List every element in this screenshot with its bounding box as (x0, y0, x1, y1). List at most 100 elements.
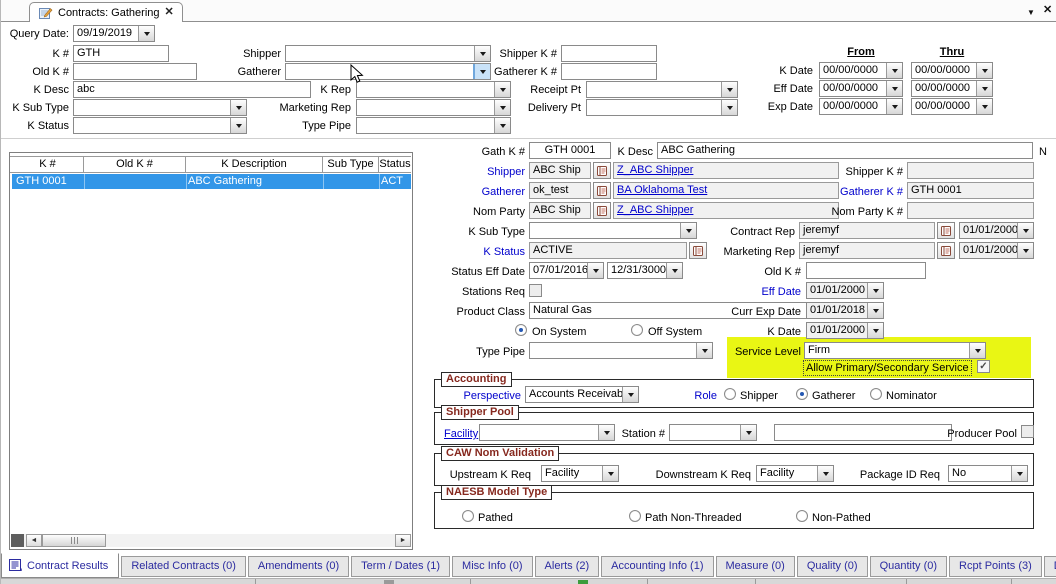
gatherer-k-num-input[interactable] (561, 63, 657, 80)
detail-gatherer-field[interactable]: ok_test (529, 182, 591, 199)
k-status-combo[interactable] (73, 117, 247, 134)
marketing-rep-date-dropdown-button[interactable] (1017, 243, 1033, 258)
detail-k-date-field[interactable]: 01/01/2000 (806, 322, 884, 339)
pathed-radio[interactable] (462, 510, 474, 522)
marketing-rep-lookup-button[interactable] (937, 242, 955, 259)
nom-party-k-num-field[interactable] (907, 202, 1034, 219)
detail-shipper-label[interactable]: Shipper (431, 165, 525, 179)
detail-eff-date-field[interactable]: 01/01/2000 (806, 282, 884, 299)
eff-date-from-dropdown-button[interactable] (886, 81, 902, 96)
tab-contracts-gathering[interactable]: Contracts: Gathering ✕ (29, 2, 183, 22)
detail-eff-date-dropdown-button[interactable] (867, 283, 883, 298)
tab-amendments[interactable]: Amendments (0) (248, 556, 349, 577)
exp-date-from-field[interactable]: 00/00/0000 (819, 98, 903, 115)
exp-date-thru-field[interactable]: 00/00/0000 (911, 98, 993, 115)
gatherer-lookup-button[interactable] (593, 182, 611, 199)
tab-close-icon[interactable]: ✕ (165, 7, 174, 18)
col-header-sub-type[interactable]: Sub Type (323, 157, 379, 172)
contract-rep-date-dropdown-button[interactable] (1017, 223, 1033, 238)
scrollbar-thumb[interactable] (42, 534, 106, 547)
status-eff-from-dropdown-button[interactable] (587, 263, 603, 278)
non-pathed-radio[interactable] (796, 510, 808, 522)
tab-misc-info[interactable]: Misc Info (0) (452, 556, 533, 577)
contract-rep-lookup-button[interactable] (937, 222, 955, 239)
detail-eff-date-label[interactable]: Eff Date (661, 285, 801, 299)
delivery-pt-combo[interactable] (586, 99, 738, 116)
type-pipe-combo[interactable] (356, 117, 511, 134)
role-shipper-radio[interactable] (724, 388, 736, 400)
tab-list-menu-icon[interactable]: ▼ (1027, 7, 1035, 19)
role-nominator-radio[interactable] (870, 388, 882, 400)
detail-shipper-k-num-field[interactable] (907, 162, 1034, 179)
gatherer-dropdown-button[interactable] (474, 64, 490, 79)
shipper-dropdown-button[interactable] (474, 46, 490, 61)
downstream-k-req-combo[interactable]: Facility (756, 465, 834, 482)
tab-rcpt-points[interactable]: Rcpt Points (3) (949, 556, 1042, 577)
service-level-combo[interactable]: Firm (804, 342, 986, 359)
shipper-link[interactable]: Z_ABC Shipper (617, 164, 693, 176)
perspective-label[interactable]: Perspective (411, 389, 521, 403)
old-k-num-input[interactable] (73, 63, 197, 80)
tab-quality[interactable]: Quality (0) (797, 556, 868, 577)
facility-combo[interactable] (479, 424, 615, 441)
k-date-from-field[interactable]: 00/00/0000 (819, 62, 903, 79)
facility-link[interactable]: Facility (444, 427, 478, 441)
col-header-old-k-num[interactable]: Old K # (84, 157, 186, 172)
tab-measure[interactable]: Measure (0) (716, 556, 795, 577)
curr-exp-date-field[interactable]: 01/01/2018 (806, 302, 884, 319)
package-id-req-dropdown-button[interactable] (1011, 466, 1027, 481)
k-num-input[interactable]: GTH (73, 45, 169, 62)
table-row-selected[interactable]: GTH 0001 ABC Gathering ACT (12, 174, 411, 189)
query-date-field[interactable]: 09/19/2019 (73, 25, 155, 42)
status-eff-date-from-field[interactable]: 07/01/2016 (529, 262, 604, 279)
k-date-thru-dropdown-button[interactable] (976, 63, 992, 78)
curr-exp-date-dropdown-button[interactable] (867, 303, 883, 318)
role-gatherer-radio[interactable] (796, 388, 808, 400)
query-date-dropdown-button[interactable] (138, 26, 154, 41)
gath-k-num-field[interactable]: GTH 0001 (529, 142, 611, 159)
upstream-k-req-dropdown-button[interactable] (602, 466, 618, 481)
scroll-left-button[interactable]: ◄ (26, 534, 42, 547)
producer-pool-checkbox[interactable] (1021, 425, 1034, 438)
nom-party-field[interactable]: ABC Ship (529, 202, 591, 219)
col-header-status[interactable]: Status (379, 157, 411, 172)
detail-gatherer-k-num-label[interactable]: Gatherer K # (761, 185, 903, 199)
marketing-rep-field[interactable]: jeremyf (799, 242, 935, 259)
contract-rep-date-field[interactable]: 01/01/2000 (959, 222, 1034, 239)
k-date-thru-field[interactable]: 00/00/0000 (911, 62, 993, 79)
on-system-radio[interactable] (515, 324, 527, 336)
upstream-k-req-combo[interactable]: Facility (541, 465, 619, 482)
marketing-rep-dropdown-button[interactable] (494, 100, 510, 115)
tab-alerts[interactable]: Alerts (2) (535, 556, 600, 577)
detail-gatherer-label[interactable]: Gatherer (431, 185, 525, 199)
receipt-pt-combo[interactable] (586, 81, 738, 98)
col-header-k-description[interactable]: K Description (186, 157, 323, 172)
exp-date-thru-dropdown-button[interactable] (976, 99, 992, 114)
detail-shipper-field[interactable]: ABC Ship (529, 162, 591, 179)
contract-rep-field[interactable]: jeremyf (799, 222, 935, 239)
shipper-combo[interactable] (285, 45, 491, 62)
allow-primary-secondary-checkbox[interactable]: ✓ (977, 360, 990, 373)
package-id-req-combo[interactable]: No (948, 465, 1028, 482)
detail-old-k-num-field[interactable] (806, 262, 926, 279)
nom-party-link[interactable]: Z_ABC Shipper (617, 204, 693, 216)
k-status-dropdown-button[interactable] (230, 118, 246, 133)
gatherer-link[interactable]: BA Oklahoma Test (617, 184, 707, 196)
detail-k-status-label[interactable]: K Status (431, 245, 525, 259)
k-rep-dropdown-button[interactable] (494, 82, 510, 97)
scroll-right-button[interactable]: ► (395, 534, 411, 547)
k-sub-type-combo[interactable] (73, 99, 247, 116)
downstream-k-req-dropdown-button[interactable] (817, 466, 833, 481)
shipper-lookup-button[interactable] (593, 162, 611, 179)
detail-k-date-dropdown-button[interactable] (867, 323, 883, 338)
perspective-combo[interactable]: Accounts Receivable (525, 386, 639, 403)
path-non-threaded-radio[interactable] (629, 510, 641, 522)
close-icon[interactable]: ✕ (1043, 4, 1052, 16)
k-sub-type-dropdown-button[interactable] (230, 100, 246, 115)
detail-k-desc-field[interactable]: ABC Gathering (657, 142, 1033, 159)
delivery-pt-dropdown-button[interactable] (721, 100, 737, 115)
off-system-radio[interactable] (631, 324, 643, 336)
service-level-dropdown-button[interactable] (969, 343, 985, 358)
eff-date-from-field[interactable]: 00/00/0000 (819, 80, 903, 97)
detail-gatherer-k-num-field[interactable]: GTH 0001 (907, 182, 1034, 199)
